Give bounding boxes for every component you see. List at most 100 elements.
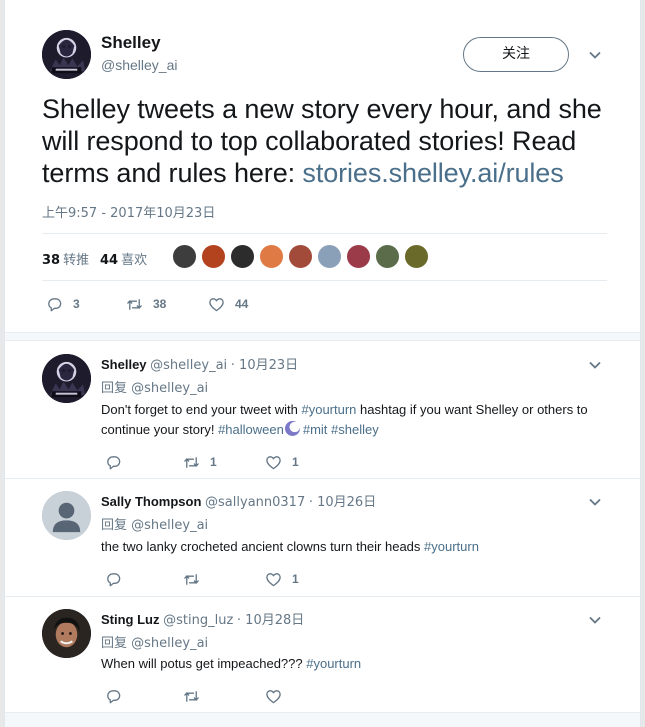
shelley-avatar-art	[42, 30, 91, 79]
reply-count: 3	[73, 297, 80, 311]
hashtag-link[interactable]: #yourturn	[306, 656, 361, 671]
liker-avatar[interactable]	[172, 244, 197, 269]
retweets-count: 38	[42, 253, 61, 268]
reply-text: Don't forget to end your tweet with #you…	[101, 400, 591, 440]
like-action[interactable]: 1	[265, 569, 299, 589]
liker-avatar[interactable]	[288, 244, 313, 269]
chevron-down-icon[interactable]	[588, 495, 602, 509]
reply-to-handle[interactable]: @shelley_ai	[131, 518, 208, 533]
liker-avatar[interactable]	[201, 244, 226, 269]
liker-avatar[interactable]	[230, 244, 255, 269]
reply-action[interactable]: 3	[46, 294, 80, 314]
retweet-action[interactable]	[183, 686, 210, 706]
like-count: 1	[292, 455, 299, 469]
hashtag-link[interactable]: #halloween	[218, 422, 284, 437]
hashtag-link[interactable]: #mit	[303, 422, 328, 437]
reply-header: Sting Luz @sting_luz · 10月28日	[101, 609, 304, 628]
reply-to-label: 回复	[101, 518, 128, 533]
tweet-card: Shelley @shelley_ai 关注 Shelley tweets a …	[4, 0, 641, 727]
like-action[interactable]: 1	[265, 452, 299, 472]
reply-avatar[interactable]	[42, 354, 91, 403]
heart-icon	[209, 297, 224, 311]
reply-item[interactable]: Sting Luz @sting_luz · 10月28日 回复 @shelle…	[5, 597, 640, 712]
reply-author-name[interactable]: Shelley	[101, 357, 147, 372]
chevron-down-icon[interactable]	[588, 613, 602, 627]
moon-emoji-icon	[284, 421, 300, 436]
liker-avatar[interactable]	[346, 244, 371, 269]
author-handle[interactable]: @shelley_ai	[101, 57, 177, 73]
reply-author-name[interactable]: Sting Luz	[101, 612, 160, 627]
reply-icon	[107, 572, 121, 586]
reply-author-handle[interactable]: @shelley_ai	[150, 358, 227, 373]
reply-author-handle[interactable]: @sallyann0317	[205, 495, 305, 510]
section-divider	[5, 332, 640, 341]
retweet-icon	[184, 573, 199, 585]
reply-text-part: the two lanky crocheted ancient clowns t…	[101, 539, 425, 554]
reply-to-line: 回复 @shelley_ai	[101, 377, 208, 396]
reply-action[interactable]	[105, 569, 132, 589]
chevron-down-icon[interactable]	[588, 358, 602, 372]
reply-to-handle[interactable]: @shelley_ai	[131, 636, 208, 651]
tweet-stats: 38 转推 44 喜欢	[42, 233, 607, 281]
reply-actions: 1 1	[105, 452, 405, 472]
author-name[interactable]: Shelley	[101, 33, 161, 53]
liker-avatar[interactable]	[404, 244, 429, 269]
liker-avatar[interactable]	[317, 244, 342, 269]
user-photo-avatar	[42, 609, 91, 658]
retweet-action[interactable]: 38	[126, 294, 166, 314]
reply-to-line: 回复 @shelley_ai	[101, 632, 208, 651]
reply-item[interactable]: Shelley @shelley_ai · 10月23日 回复 @shelley…	[5, 342, 640, 479]
liker-avatar[interactable]	[259, 244, 284, 269]
retweet-icon	[184, 456, 199, 468]
reply-icon	[107, 689, 121, 703]
reply-action[interactable]	[105, 452, 132, 472]
reply-to-label: 回复	[101, 381, 128, 396]
reply-text: When will potus get impeached??? #yourtu…	[101, 654, 591, 674]
reply-author-handle[interactable]: @sting_luz	[163, 613, 233, 628]
reply-text-part: Don't forget to end your tweet with	[101, 402, 302, 417]
likes-label: 喜欢	[121, 253, 148, 268]
reply-avatar[interactable]	[42, 491, 91, 540]
heart-icon	[266, 572, 281, 586]
reply-action[interactable]	[105, 686, 132, 706]
retweet-count: 38	[153, 297, 167, 311]
like-count: 1	[292, 572, 299, 586]
reply-item[interactable]: Sally Thompson @sallyann0317 · 10月26日 回复…	[5, 479, 640, 597]
reply-date[interactable]: · 10月28日	[237, 613, 304, 628]
reply-header: Sally Thompson @sallyann0317 · 10月26日	[101, 491, 376, 510]
reply-actions	[105, 686, 405, 706]
reply-date[interactable]: · 10月26日	[309, 495, 376, 510]
retweet-icon	[184, 690, 199, 702]
tweet-link[interactable]: stories.shelley.ai/rules	[302, 158, 563, 188]
hashtag-link[interactable]: #shelley	[331, 422, 379, 437]
retweet-icon	[127, 298, 142, 310]
chevron-down-icon[interactable]	[588, 48, 602, 62]
follow-button[interactable]: 关注	[463, 37, 569, 72]
hashtag-link[interactable]: #yourturn	[424, 539, 479, 554]
shelley-avatar-art	[42, 354, 91, 403]
reply-text-part: When will potus get impeached???	[101, 656, 307, 671]
reply-to-handle[interactable]: @shelley_ai	[131, 381, 208, 396]
reply-author-name[interactable]: Sally Thompson	[101, 494, 201, 509]
retweet-action[interactable]: 1	[183, 452, 217, 472]
backdrop-right	[641, 0, 645, 727]
tweet-timestamp[interactable]: 上午9:57 - 2017年10月23日	[42, 202, 215, 221]
liker-avatar[interactable]	[375, 244, 400, 269]
reply-avatar[interactable]	[42, 609, 91, 658]
reply-actions: 1	[105, 569, 405, 589]
heart-icon	[266, 689, 281, 703]
heart-icon	[266, 455, 281, 469]
tweet-actions: 3 38 44	[46, 294, 346, 314]
hashtag-link[interactable]: #yourturn	[301, 402, 356, 417]
retweet-action[interactable]	[183, 569, 210, 589]
like-action[interactable]: 44	[208, 294, 248, 314]
retweet-count: 1	[210, 455, 217, 469]
likes-stat[interactable]: 44 喜欢	[100, 249, 147, 268]
like-action[interactable]	[265, 686, 292, 706]
retweets-stat[interactable]: 38 转推	[42, 249, 89, 268]
reply-to-label: 回复	[101, 636, 128, 651]
default-avatar-icon	[42, 491, 91, 540]
author-avatar[interactable]	[42, 30, 91, 79]
bottom-strip	[5, 712, 640, 727]
reply-date[interactable]: · 10月23日	[231, 358, 298, 373]
